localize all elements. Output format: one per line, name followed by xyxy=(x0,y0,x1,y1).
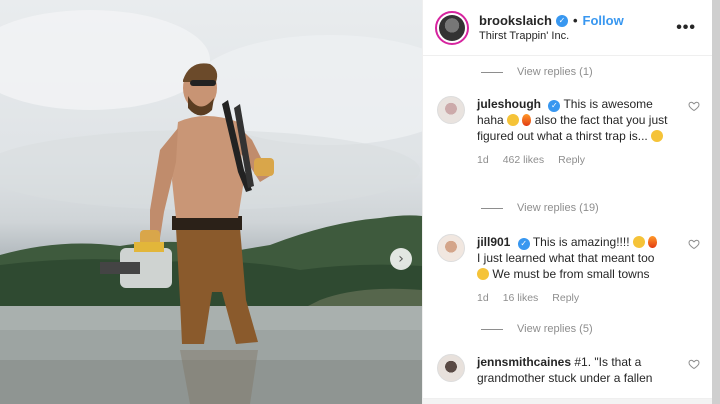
background-overlay[interactable] xyxy=(712,0,720,404)
view-replies-label: View replies (5) xyxy=(517,323,593,335)
fire-emoji-icon xyxy=(522,114,532,126)
view-replies-link[interactable]: View replies (19) xyxy=(481,202,599,214)
comment-age[interactable]: 1d xyxy=(477,290,489,306)
comment-text-part3: We must be from small towns xyxy=(492,267,650,281)
verified-badge-icon: ✓ xyxy=(517,238,530,250)
view-replies-label: View replies (19) xyxy=(517,202,599,214)
comments-panel: brookslaich ✓ • Follow Thirst Trappin' I… xyxy=(422,0,712,404)
comment-age[interactable]: 1d xyxy=(477,152,489,168)
comment-text: juleshough ✓ This is awesome haha also t… xyxy=(477,96,682,144)
avatar[interactable] xyxy=(435,10,469,45)
heart-icon[interactable] xyxy=(688,238,700,250)
comment-meta: 1d 462 likes Reply xyxy=(477,152,682,168)
comment-text: jennsmithcaines #1. "Is that a grandmoth… xyxy=(477,354,682,386)
comment-username[interactable]: jill901 xyxy=(477,235,510,249)
laughing-emoji-icon xyxy=(632,236,645,248)
comment-body: jill901 ✓ This is amazing!!!! I just lea… xyxy=(477,234,682,306)
username[interactable]: brookslaich xyxy=(479,13,552,28)
comment-meta: 1d 16 likes Reply xyxy=(477,290,682,306)
comment-username[interactable]: juleshough xyxy=(477,97,541,111)
replies-line xyxy=(481,207,503,209)
comment-likes[interactable]: 16 likes xyxy=(503,290,539,306)
post-modal: › brookslaich ✓ • Follow Thirst Trappin'… xyxy=(0,0,720,404)
comment-body: juleshough ✓ This is awesome haha also t… xyxy=(477,96,682,168)
replies-line xyxy=(481,328,503,330)
reply-button[interactable]: Reply xyxy=(558,152,585,168)
commenter-avatar[interactable] xyxy=(437,234,465,262)
heart-icon[interactable] xyxy=(688,358,700,370)
comment-username[interactable]: jennsmithcaines xyxy=(477,355,571,369)
verified-badge-icon: ✓ xyxy=(548,100,561,112)
comment-text-part2: I just learned what that meant too xyxy=(477,251,655,265)
commenter-avatar[interactable] xyxy=(437,354,465,382)
replies-line xyxy=(481,71,503,73)
comments-list[interactable]: View replies (1) juleshough ✓ This is aw… xyxy=(423,56,712,404)
laughing-emoji-icon xyxy=(651,130,664,142)
comment-text-part1: This is amazing!!!! xyxy=(532,235,630,249)
view-replies-link[interactable]: View replies (5) xyxy=(481,323,593,335)
action-bar xyxy=(423,398,712,404)
post-photo[interactable]: › xyxy=(0,0,422,404)
commenter-avatar[interactable] xyxy=(437,96,465,124)
view-replies-label: View replies (1) xyxy=(517,66,593,78)
fire-emoji-icon xyxy=(648,236,658,248)
location-label[interactable]: Thirst Trappin' Inc. xyxy=(479,30,676,42)
comment-item: jill901 ✓ This is amazing!!!! I just lea… xyxy=(437,234,700,306)
comment-item: juleshough ✓ This is awesome haha also t… xyxy=(437,96,700,168)
comment-item: jennsmithcaines #1. "Is that a grandmoth… xyxy=(437,354,700,386)
separator-dot: • xyxy=(572,13,578,28)
comment-likes[interactable]: 462 likes xyxy=(503,152,544,168)
follow-button[interactable]: Follow xyxy=(583,13,624,28)
more-options-icon[interactable]: ••• xyxy=(676,19,696,37)
reply-button[interactable]: Reply xyxy=(552,290,579,306)
next-photo-button[interactable]: › xyxy=(390,248,412,270)
post-header: brookslaich ✓ • Follow Thirst Trappin' I… xyxy=(423,0,712,56)
heart-icon[interactable] xyxy=(688,100,700,112)
comment-text: jill901 ✓ This is amazing!!!! I just lea… xyxy=(477,234,682,282)
laughing-emoji-icon xyxy=(477,268,489,280)
laughing-emoji-icon xyxy=(507,114,520,126)
header-text: brookslaich ✓ • Follow Thirst Trappin' I… xyxy=(479,13,676,42)
username-row: brookslaich ✓ • Follow xyxy=(479,13,676,28)
view-replies-link[interactable]: View replies (1) xyxy=(481,66,593,78)
comment-body: jennsmithcaines #1. "Is that a grandmoth… xyxy=(477,354,682,386)
avatar-image xyxy=(439,14,465,41)
photo-scene xyxy=(0,10,422,404)
comment-text-part2: also the fact that you just figured out … xyxy=(477,113,668,143)
verified-badge-icon: ✓ xyxy=(555,14,568,27)
